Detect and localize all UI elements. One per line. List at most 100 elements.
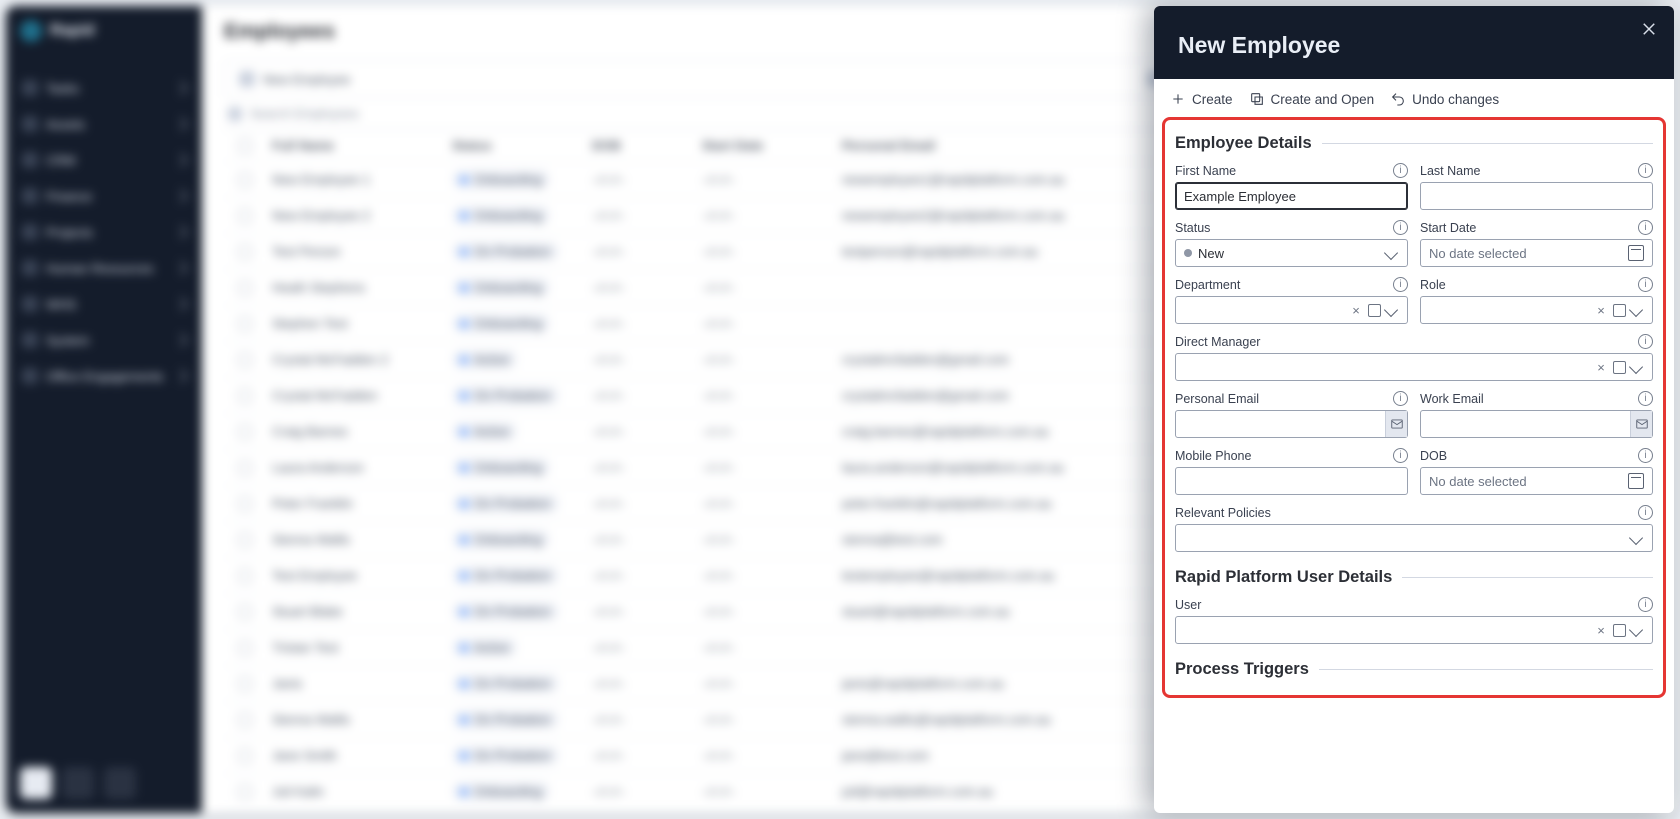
chevron-right-icon <box>174 369 188 383</box>
work-email-input[interactable] <box>1420 410 1653 438</box>
plus-icon <box>1170 91 1186 107</box>
sidebar-item[interactable]: Office Engagements <box>12 360 196 392</box>
new-employee-button[interactable]: New Employee <box>239 71 350 87</box>
row-checkbox[interactable] <box>238 353 252 367</box>
sidebar-item[interactable]: Human Resources <box>12 252 196 284</box>
chevron-right-icon <box>174 153 188 167</box>
dob-input[interactable]: No date selected <box>1420 467 1653 495</box>
relevant-policies-select[interactable] <box>1175 524 1653 552</box>
sidebar-item[interactable]: Finance <box>12 180 196 212</box>
open-icon[interactable] <box>1613 304 1626 317</box>
work-email-field: Work Emaili <box>1420 391 1653 438</box>
calendar-icon <box>1628 245 1644 261</box>
sidebar-item[interactable]: Tasks <box>12 72 196 104</box>
create-button[interactable]: Create <box>1170 91 1233 107</box>
chevron-right-icon <box>174 81 188 95</box>
chevron-right-icon <box>174 225 188 239</box>
open-icon[interactable] <box>1613 624 1626 637</box>
nav-icon <box>22 260 38 276</box>
col-name[interactable]: Full Name <box>272 138 452 153</box>
col-dob[interactable]: DOB <box>592 138 702 153</box>
row-checkbox[interactable] <box>238 749 252 763</box>
undo-icon <box>1390 91 1406 107</box>
row-checkbox[interactable] <box>238 785 252 799</box>
row-checkbox[interactable] <box>238 713 252 727</box>
footer-button-3[interactable] <box>104 767 136 799</box>
close-button[interactable] <box>1638 18 1660 40</box>
open-icon[interactable] <box>1613 361 1626 374</box>
mail-button[interactable] <box>1630 411 1652 437</box>
chevron-right-icon <box>174 333 188 347</box>
info-icon[interactable]: i <box>1393 391 1408 406</box>
sidebar-footer <box>6 753 202 813</box>
info-icon[interactable]: i <box>1638 448 1653 463</box>
row-checkbox[interactable] <box>238 245 252 259</box>
row-checkbox[interactable] <box>238 497 252 511</box>
sidebar-item[interactable]: Projects <box>12 216 196 248</box>
mail-icon <box>1390 417 1404 431</box>
mail-button[interactable] <box>1385 411 1407 437</box>
row-checkbox[interactable] <box>238 317 252 331</box>
calendar-icon <box>1628 473 1644 489</box>
info-icon[interactable]: i <box>1638 597 1653 612</box>
row-checkbox[interactable] <box>238 389 252 403</box>
clear-icon[interactable]: × <box>1594 623 1608 638</box>
create-and-open-button[interactable]: Create and Open <box>1249 91 1375 107</box>
personal-email-input[interactable] <box>1175 410 1408 438</box>
info-icon[interactable]: i <box>1638 334 1653 349</box>
section-process-triggers: Process Triggers <box>1175 660 1653 679</box>
department-select[interactable]: × <box>1175 296 1408 324</box>
nav-icon <box>22 332 38 348</box>
first-name-input[interactable]: Example Employee <box>1175 182 1408 210</box>
chevron-down-icon <box>1384 303 1398 317</box>
user-select[interactable]: × <box>1175 616 1653 644</box>
row-checkbox[interactable] <box>238 533 252 547</box>
info-icon[interactable]: i <box>1638 277 1653 292</box>
row-checkbox[interactable] <box>238 425 252 439</box>
info-icon[interactable]: i <box>1638 505 1653 520</box>
status-select[interactable]: New <box>1175 239 1408 267</box>
sidebar-item[interactable]: CRM <box>12 144 196 176</box>
sidebar-item[interactable]: Assets <box>12 108 196 140</box>
info-icon[interactable]: i <box>1638 163 1653 178</box>
row-checkbox[interactable] <box>238 569 252 583</box>
direct-manager-select[interactable]: × <box>1175 353 1653 381</box>
role-select[interactable]: × <box>1420 296 1653 324</box>
footer-button-1[interactable] <box>20 767 52 799</box>
mobile-phone-input[interactable] <box>1175 467 1408 495</box>
clear-icon[interactable]: × <box>1594 360 1608 375</box>
row-checkbox[interactable] <box>238 209 252 223</box>
chevron-down-icon <box>1384 246 1398 260</box>
row-checkbox[interactable] <box>238 173 252 187</box>
row-checkbox[interactable] <box>238 461 252 475</box>
info-icon[interactable]: i <box>1393 277 1408 292</box>
start-date-field: Start Datei No date selected <box>1420 220 1653 267</box>
info-icon[interactable]: i <box>1393 163 1408 178</box>
row-checkbox[interactable] <box>238 677 252 691</box>
info-icon[interactable]: i <box>1638 391 1653 406</box>
footer-button-2[interactable] <box>62 767 94 799</box>
sidebar-item[interactable]: WHS <box>12 288 196 320</box>
nav-icon <box>22 188 38 204</box>
col-start[interactable]: Start Date <box>702 138 842 153</box>
clear-icon[interactable]: × <box>1349 303 1363 318</box>
row-checkbox[interactable] <box>238 641 252 655</box>
sidebar-item[interactable]: System <box>12 324 196 356</box>
clear-icon[interactable]: × <box>1594 303 1608 318</box>
last-name-input[interactable] <box>1420 182 1653 210</box>
info-icon[interactable]: i <box>1393 220 1408 235</box>
nav-icon <box>22 368 38 384</box>
panel-body[interactable]: Create Create and Open Undo changes Empl… <box>1154 79 1674 813</box>
open-icon[interactable] <box>1368 304 1381 317</box>
last-name-field: Last Namei <box>1420 163 1653 210</box>
nav-icon <box>22 116 38 132</box>
info-icon[interactable]: i <box>1638 220 1653 235</box>
select-all-checkbox[interactable] <box>238 139 252 153</box>
start-date-input[interactable]: No date selected <box>1420 239 1653 267</box>
close-icon <box>1640 20 1658 38</box>
row-checkbox[interactable] <box>238 281 252 295</box>
info-icon[interactable]: i <box>1393 448 1408 463</box>
col-status[interactable]: Status <box>452 138 592 153</box>
row-checkbox[interactable] <box>238 605 252 619</box>
undo-changes-button[interactable]: Undo changes <box>1390 91 1499 107</box>
